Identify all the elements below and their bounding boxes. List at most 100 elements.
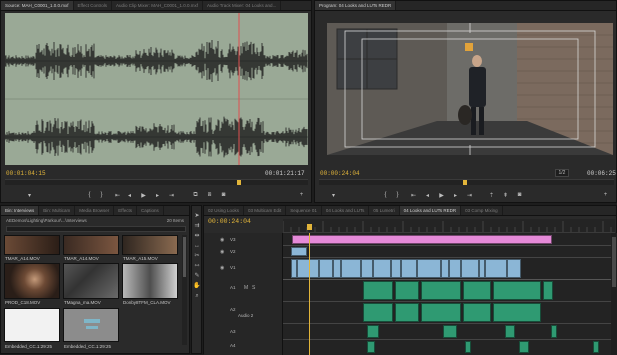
tab-program[interactable]: Program: 04 Looks and LUTs REDR: [315, 1, 397, 10]
audio-clip[interactable]: [443, 325, 457, 338]
overwrite-button[interactable]: ⧈: [205, 191, 214, 199]
video-clip[interactable]: [417, 259, 441, 278]
video-clip[interactable]: [361, 259, 373, 278]
timeline-tracks-area[interactable]: Look A: [283, 233, 611, 355]
video-clip[interactable]: [461, 259, 479, 278]
track-mute-icon[interactable]: M: [244, 285, 248, 291]
audio-clip[interactable]: [493, 281, 541, 300]
bin-thumbnail[interactable]: [63, 235, 119, 255]
bin-thumbnail[interactable]: [4, 263, 60, 299]
tab-source[interactable]: Source: MAH_C0001_1.0.0.mxf: [1, 1, 74, 10]
title-clip[interactable]: Look A: [292, 235, 552, 250]
tab-effect-controls[interactable]: Effect Controls: [74, 1, 112, 10]
timeline-playhead[interactable]: [309, 233, 310, 355]
step-back-button[interactable]: ◂: [423, 191, 432, 199]
add-marker-button[interactable]: ▾: [329, 191, 338, 199]
ripple-edit-tool-icon[interactable]: ⇹: [193, 232, 201, 240]
bin-scrollbar[interactable]: [182, 235, 187, 345]
step-forward-button[interactable]: ▸: [153, 191, 162, 199]
go-to-out-button[interactable]: ⇥: [465, 191, 474, 199]
track-label-v3[interactable]: V3: [230, 237, 236, 242]
tab-sequence[interactable]: 04 Looks and LUTs: [322, 206, 370, 215]
export-frame-button[interactable]: ◙: [515, 191, 524, 199]
tab-sequence[interactable]: 03 Multicam Edit: [244, 206, 287, 215]
audio-clip[interactable]: [363, 281, 393, 300]
tab-sequence[interactable]: Sequence 01: [286, 206, 322, 215]
play-button[interactable]: ▶: [139, 191, 148, 199]
bin-search-field[interactable]: [6, 226, 186, 232]
bin-thumbnail[interactable]: [63, 263, 119, 299]
add-panel-button[interactable]: +: [297, 191, 306, 199]
slip-tool-icon[interactable]: ⇿: [193, 262, 201, 270]
rate-stretch-tool-icon[interactable]: ↔: [193, 242, 201, 250]
tab-audio-clip-mixer[interactable]: Audio Clip Mixer: MAH_C0001_1.0.0.mxf: [112, 1, 204, 10]
timeline-timecode[interactable]: 00:00:24:04: [208, 218, 251, 225]
audio-clip[interactable]: [421, 303, 461, 322]
video-clip[interactable]: [485, 259, 507, 278]
track-eye-icon[interactable]: ◉: [220, 249, 224, 255]
timeline-vscrollbar[interactable]: [611, 233, 617, 355]
source-timecode-in[interactable]: 00:01:04:15: [6, 170, 46, 177]
audio-clip[interactable]: [367, 341, 375, 353]
video-clip[interactable]: [297, 259, 319, 278]
video-clip[interactable]: [401, 259, 417, 278]
bin-thumbnail[interactable]: [122, 263, 178, 299]
hand-tool-icon[interactable]: ✋: [193, 282, 201, 290]
video-clip[interactable]: [449, 259, 461, 278]
tab-media-browser[interactable]: Media Browser: [75, 206, 115, 215]
go-to-in-button[interactable]: ⇤: [113, 191, 122, 199]
track-solo-icon[interactable]: S: [252, 285, 255, 291]
source-time-ruler[interactable]: [5, 179, 308, 185]
video-clip[interactable]: [319, 259, 333, 278]
step-back-button[interactable]: ◂: [125, 191, 134, 199]
lift-button[interactable]: ⇡: [487, 191, 496, 199]
tab-effects[interactable]: Effects: [114, 206, 137, 215]
audio-clip[interactable]: [465, 341, 471, 353]
mark-out-button[interactable]: }: [393, 191, 402, 199]
razor-tool-icon[interactable]: ✂: [193, 252, 201, 260]
track-select-tool-icon[interactable]: ⇉: [193, 222, 201, 230]
timeline-vscrollbar-thumb[interactable]: [612, 237, 616, 287]
export-frame-button[interactable]: ◙: [219, 191, 228, 199]
audio-clip[interactable]: [519, 341, 529, 353]
track-eye-icon[interactable]: ◉: [220, 237, 224, 243]
step-forward-button[interactable]: ▸: [451, 191, 460, 199]
bin-scrollbar-thumb[interactable]: [183, 237, 186, 277]
audio-clip[interactable]: [593, 341, 599, 353]
zoom-select[interactable]: 1/2: [555, 169, 569, 177]
audio-clip[interactable]: [505, 325, 515, 338]
bin-thumbnail[interactable]: [122, 235, 178, 255]
extract-button[interactable]: ⇞: [501, 191, 510, 199]
audio-clip[interactable]: [543, 281, 553, 300]
mark-in-button[interactable]: {: [381, 191, 390, 199]
video-clip[interactable]: [391, 259, 401, 278]
audio-clip[interactable]: [363, 303, 393, 322]
program-video-frame[interactable]: [327, 23, 613, 155]
audio-clip[interactable]: [367, 325, 379, 338]
audio-clip[interactable]: [463, 281, 491, 300]
tab-bin-interviews[interactable]: Bin: Interviews: [1, 206, 40, 215]
video-clip[interactable]: [341, 259, 361, 278]
bin-thumbnail-caption[interactable]: [4, 308, 60, 342]
video-clip[interactable]: [441, 259, 449, 278]
selection-tool-icon[interactable]: ➤: [193, 212, 201, 220]
video-clip[interactable]: [333, 259, 341, 278]
audio-clip[interactable]: [493, 303, 541, 322]
mark-out-button[interactable]: }: [97, 191, 106, 199]
mark-in-button[interactable]: {: [85, 191, 94, 199]
track-eye-icon[interactable]: ◉: [220, 265, 224, 271]
video-clip[interactable]: [507, 259, 521, 278]
tab-sequence-active[interactable]: 04 Looks and LUTs REDR: [399, 206, 462, 215]
tab-sequence[interactable]: 02 Using Looks: [204, 206, 245, 215]
source-waveform-display[interactable]: [5, 13, 308, 165]
audio-clip[interactable]: [395, 303, 419, 322]
audio-clip[interactable]: [551, 325, 557, 338]
add-panel-button[interactable]: +: [601, 191, 610, 199]
timeline-playhead-head[interactable]: [307, 224, 312, 230]
audio-clip[interactable]: [463, 303, 491, 322]
program-time-ruler[interactable]: [319, 179, 614, 185]
program-timecode-in[interactable]: 00:00:24:04: [320, 170, 360, 177]
insert-button[interactable]: ⧉: [191, 191, 200, 199]
zoom-tool-icon[interactable]: ⌕: [193, 292, 201, 300]
pen-tool-icon[interactable]: ✎: [193, 272, 201, 280]
